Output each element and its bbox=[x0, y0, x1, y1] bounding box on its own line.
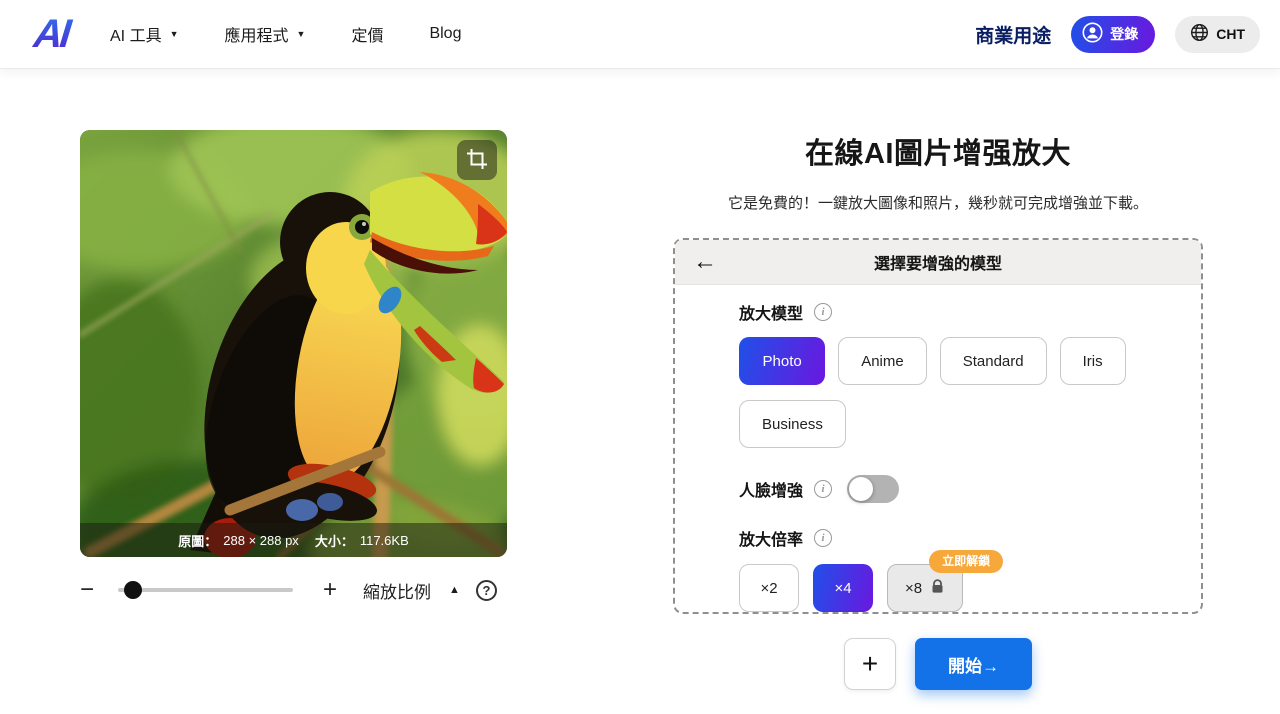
nav-item-pricing[interactable]: 定價 bbox=[351, 22, 383, 46]
original-dimensions: 288 × 288 px bbox=[223, 533, 299, 548]
login-label: 登錄 bbox=[1110, 24, 1138, 44]
nav-label: 應用程式 bbox=[225, 22, 289, 46]
info-icon[interactable]: i bbox=[814, 480, 832, 498]
unlock-now-badge[interactable]: 立即解鎖 bbox=[929, 550, 1003, 573]
slider-track[interactable] bbox=[118, 588, 293, 592]
model-section-label: 放大模型 bbox=[739, 300, 803, 324]
language-button[interactable]: CHT bbox=[1175, 16, 1260, 53]
scale-8x-wrapper: ×8 立即解鎖 bbox=[887, 564, 963, 612]
toucan-image bbox=[80, 130, 507, 557]
original-label: 原圖： bbox=[178, 531, 217, 550]
action-buttons: + 開始→ bbox=[673, 638, 1203, 690]
back-button[interactable]: ← bbox=[693, 250, 717, 274]
globe-icon bbox=[1190, 23, 1209, 45]
right-column: 在線AI圖片增强放大 它是免費的！一鍵放大圖像和照片，幾秒就可完成增強並下載。 … bbox=[673, 130, 1203, 690]
page-subtitle: 它是免費的！一鍵放大圖像和照片，幾秒就可完成增強並下載。 bbox=[673, 192, 1203, 213]
zoom-controls: − + 縮放比例 ▲ ? bbox=[80, 572, 507, 608]
model-button-business[interactable]: Business bbox=[739, 400, 846, 448]
page-title: 在線AI圖片增强放大 bbox=[673, 130, 1203, 172]
info-icon[interactable]: i bbox=[814, 303, 832, 321]
model-buttons-row-2: Business bbox=[739, 400, 1181, 448]
model-buttons-row-1: Photo Anime Standard Iris bbox=[739, 337, 1181, 385]
panel-header: 選擇要增強的模型 ← bbox=[675, 240, 1201, 285]
toggle-knob[interactable] bbox=[849, 477, 873, 501]
model-button-standard[interactable]: Standard bbox=[940, 337, 1047, 385]
face-enhance-toggle[interactable] bbox=[847, 475, 899, 503]
zoom-out-button[interactable]: − bbox=[80, 578, 94, 602]
start-button[interactable]: 開始→ bbox=[915, 638, 1032, 690]
chevron-down-icon: ▼ bbox=[170, 29, 179, 39]
panel-body: 放大模型 i Photo Anime Standard Iris Busines… bbox=[675, 285, 1201, 612]
help-icon[interactable]: ? bbox=[476, 580, 497, 601]
scale-section-header: 放大倍率 i bbox=[739, 526, 1181, 550]
header: AI AI 工具 ▼ 應用程式 ▼ 定價 Blog 商業用途 bbox=[0, 0, 1280, 68]
header-right: 商業用途 登錄 CHT bbox=[975, 16, 1260, 53]
image-preview: 原圖： 288 × 288 px 大小： 117.6KB bbox=[80, 130, 507, 557]
nav-label: 定價 bbox=[351, 22, 383, 46]
language-label: CHT bbox=[1216, 26, 1245, 42]
filesize-label: 大小： bbox=[315, 531, 354, 550]
nav-label: Blog bbox=[429, 25, 461, 43]
model-button-iris[interactable]: Iris bbox=[1060, 337, 1126, 385]
filesize-value: 117.6KB bbox=[360, 533, 409, 548]
zoom-label: 縮放比例 bbox=[363, 578, 431, 603]
model-panel: 選擇要增強的模型 ← 放大模型 i Photo Anime Standard I… bbox=[673, 238, 1203, 614]
slider-knob[interactable] bbox=[124, 581, 142, 599]
nav-label: AI 工具 bbox=[110, 22, 162, 46]
scale-button-4x[interactable]: ×4 bbox=[813, 564, 873, 612]
site-logo[interactable]: AI bbox=[18, 12, 85, 57]
nav-item-blog[interactable]: Blog bbox=[429, 22, 461, 46]
model-button-photo[interactable]: Photo bbox=[739, 337, 825, 385]
collapse-arrow-icon[interactable]: ▲ bbox=[449, 584, 460, 596]
page: AI AI 工具 ▼ 應用程式 ▼ 定價 Blog 商業用途 bbox=[0, 0, 1280, 714]
model-button-anime[interactable]: Anime bbox=[838, 337, 927, 385]
main-nav: AI 工具 ▼ 應用程式 ▼ 定價 Blog bbox=[110, 22, 461, 46]
nav-item-ai-tools[interactable]: AI 工具 ▼ bbox=[110, 22, 179, 46]
scale-section-label: 放大倍率 bbox=[739, 526, 803, 550]
info-icon[interactable]: i bbox=[814, 529, 832, 547]
model-section-header: 放大模型 i bbox=[739, 300, 1181, 324]
panel-title: 選擇要增強的模型 bbox=[675, 250, 1201, 274]
add-image-button[interactable]: + bbox=[844, 638, 896, 690]
nav-item-apps[interactable]: 應用程式 ▼ bbox=[225, 22, 306, 46]
crop-button[interactable] bbox=[457, 140, 497, 180]
face-enhance-label: 人臉增強 bbox=[739, 477, 803, 501]
scale-buttons-row: ×2 ×4 ×8 立即解鎖 bbox=[739, 564, 1181, 612]
user-icon bbox=[1082, 22, 1103, 46]
face-enhance-row: 人臉增強 i bbox=[739, 475, 1181, 503]
zoom-in-button[interactable]: + bbox=[323, 578, 337, 602]
business-use-link[interactable]: 商業用途 bbox=[975, 21, 1051, 48]
scale-8x-label: ×8 bbox=[905, 580, 922, 597]
zoom-slider[interactable] bbox=[118, 581, 293, 599]
lock-icon bbox=[930, 579, 945, 598]
crop-icon bbox=[466, 148, 488, 173]
chevron-down-icon: ▼ bbox=[297, 29, 306, 39]
login-button[interactable]: 登錄 bbox=[1071, 16, 1155, 53]
scale-button-2x[interactable]: ×2 bbox=[739, 564, 799, 612]
image-info-bar: 原圖： 288 × 288 px 大小： 117.6KB bbox=[80, 523, 507, 557]
